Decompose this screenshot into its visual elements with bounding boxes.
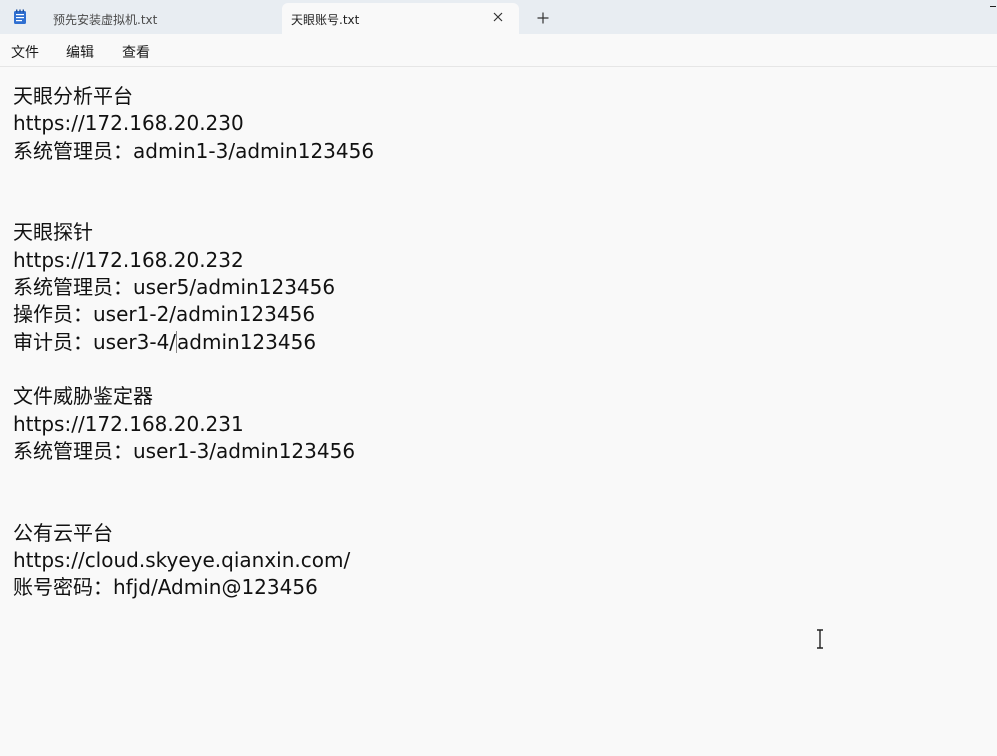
- text-line: https://172.168.20.230: [13, 111, 244, 136]
- text-line: [13, 465, 374, 492]
- text-line: 账号密码：hfjd/Admin@123456: [13, 575, 318, 600]
- tab-label: 预先安装虚拟机.txt: [53, 13, 158, 27]
- tab-label: 天眼账号.txt: [291, 13, 360, 27]
- text-line: [13, 192, 374, 219]
- window-edge-mark: [990, 6, 996, 7]
- tab-bar: 预先安装虚拟机.txt 天眼账号.txt: [0, 0, 997, 34]
- text-line: 天眼探针: [13, 220, 93, 245]
- menu-bar: 文件 编辑 查看: [0, 34, 997, 67]
- text-line: https://cloud.skyeye.qianxin.com/: [13, 548, 351, 573]
- text-line: https://172.168.20.232: [13, 247, 244, 272]
- caret-line-tail: admin123456: [177, 329, 317, 354]
- menu-file[interactable]: 文件: [11, 42, 39, 62]
- text-line: 系统管理员：user1-3/admin123456: [13, 438, 356, 463]
- notepad-icon: [14, 9, 26, 24]
- caret-line-head: 审计员：user3-4/: [13, 329, 177, 354]
- text-line: [13, 492, 374, 519]
- text-line: [13, 165, 374, 192]
- tab-preinstall-vm[interactable]: 预先安装虚拟机.txt: [40, 3, 278, 34]
- close-icon[interactable]: [491, 10, 505, 24]
- text-line: 系统管理员：user5/admin123456: [13, 275, 336, 300]
- text-line: 文件威胁鉴定器: [13, 384, 153, 409]
- text-editor[interactable]: 天眼分析平台 https://172.168.20.230 系统管理员：admi…: [0, 67, 997, 756]
- text-line: 公有云平台: [13, 520, 113, 545]
- text-line-with-caret: 审计员：user3-4/admin123456: [13, 329, 374, 356]
- tab-skyeye-accounts[interactable]: 天眼账号.txt: [282, 3, 519, 34]
- document-text[interactable]: 天眼分析平台 https://172.168.20.230 系统管理员：admi…: [13, 83, 374, 602]
- text-line: [13, 356, 374, 383]
- text-line: https://172.168.20.231: [13, 411, 244, 436]
- notepad-window: 预先安装虚拟机.txt 天眼账号.txt 文件 编辑 查看 天眼分析平台 htt…: [0, 0, 997, 756]
- text-cursor-icon: [817, 629, 823, 649]
- menu-view[interactable]: 查看: [122, 42, 150, 62]
- plus-icon[interactable]: [535, 10, 551, 26]
- menu-edit[interactable]: 编辑: [66, 42, 94, 62]
- text-line: 天眼分析平台: [13, 84, 133, 108]
- text-line: 操作员：user1-2/admin123456: [13, 302, 316, 327]
- text-line: 系统管理员：admin1-3/admin123456: [13, 138, 375, 163]
